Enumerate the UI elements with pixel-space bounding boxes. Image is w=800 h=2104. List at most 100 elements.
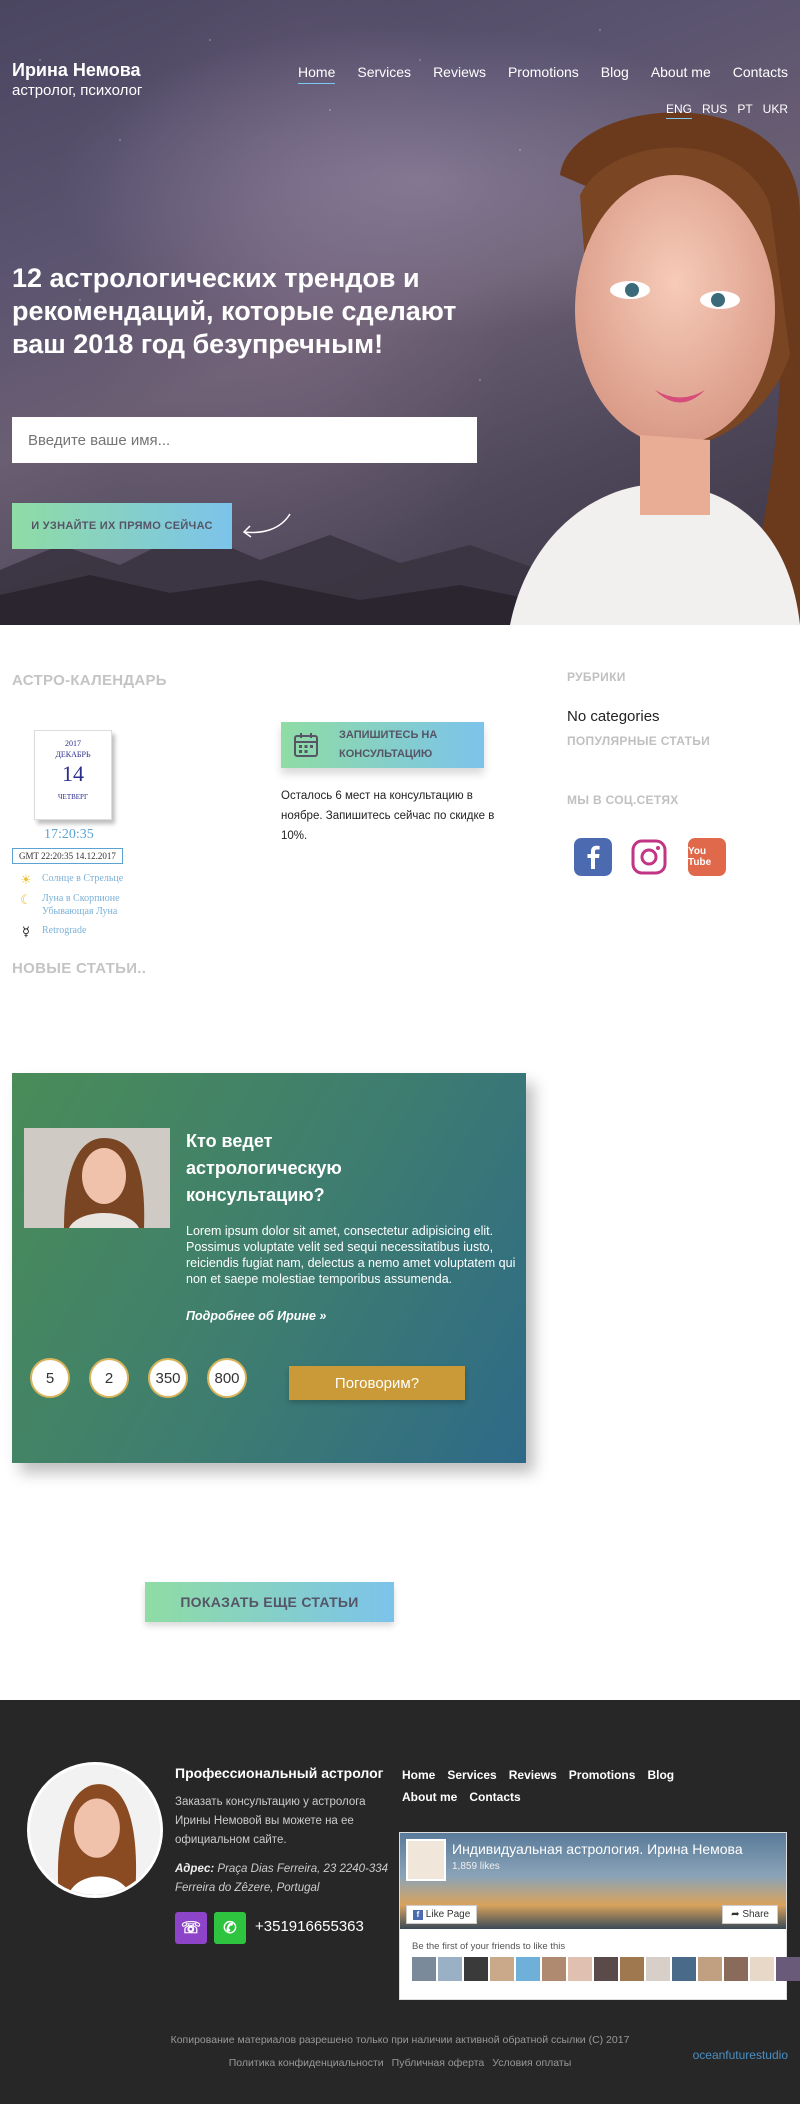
astro-item-retrograde[interactable]: ☿ Retrograde [18, 924, 86, 940]
nav-item-services[interactable]: Services [357, 64, 411, 84]
facebook-like-button[interactable]: f Like Page [406, 1905, 478, 1924]
arrow-left-icon [242, 513, 291, 538]
footer-nav-promotions[interactable]: Promotions [569, 1768, 636, 1782]
language-switcher: ENG RUS PT UKR [665, 102, 788, 119]
footer-nav-about-me[interactable]: About me [402, 1790, 457, 1804]
hero-section: Ирина Немова астролог, психолог Home Ser… [0, 0, 800, 625]
friend-avatar[interactable] [412, 1957, 436, 1981]
calendar-icon [294, 733, 318, 757]
gmt-date: 14.12.2017 [75, 851, 116, 861]
public-offer-link[interactable]: Публичная оферта [392, 2057, 485, 2069]
rubrics-title: РУБРИКИ [567, 670, 626, 684]
calendar-weekday: ЧЕТВЕРГ [58, 793, 88, 801]
youtube-icon[interactable]: You Tube [688, 838, 726, 876]
friend-avatar[interactable] [750, 1957, 774, 1981]
astro-item-label: Retrograde [42, 925, 87, 936]
page: Ирина Немова астролог, психолог Home Ser… [0, 0, 800, 2104]
friend-avatar[interactable] [620, 1957, 644, 1981]
footer-nav-reviews[interactable]: Reviews [509, 1768, 557, 1782]
retrograde-icon: ☿ [22, 924, 30, 939]
gmt-time: 22:20:35 [41, 851, 74, 861]
popular-articles-title: ПОПУЛЯРНЫЕ СТАТЬИ [567, 734, 711, 748]
friend-avatar[interactable] [776, 1957, 800, 1981]
friend-avatar[interactable] [646, 1957, 670, 1981]
lang-ukr[interactable]: UKR [763, 102, 788, 119]
friend-avatar[interactable] [698, 1957, 722, 1981]
new-articles-title: НОВЫЕ СТАТЬИ.. [12, 960, 147, 977]
friend-avatar[interactable] [724, 1957, 748, 1981]
friend-avatar[interactable] [672, 1957, 696, 1981]
phone-number[interactable]: +351916655363 [255, 1918, 364, 1935]
facebook-friend-avatars [412, 1957, 800, 1981]
main-nav: Home Services Reviews Promotions Blog Ab… [298, 64, 788, 84]
lang-rus[interactable]: RUS [702, 102, 727, 119]
no-categories-text: No categories [567, 708, 660, 725]
tear-off-calendar: 2017 ДЕКАБРЬ 14 ЧЕТВЕРГ [34, 730, 112, 820]
friend-avatar[interactable] [490, 1957, 514, 1981]
gmt-readout: GMT 22:20:35 14.12.2017 [12, 848, 123, 864]
show-more-articles-button[interactable]: ПОКАЗАТЬ ЕЩЕ СТАТЬИ [145, 1582, 394, 1622]
footer-nav-blog[interactable]: Blog [647, 1768, 674, 1782]
instagram-icon[interactable] [630, 838, 668, 876]
studio-credit-link[interactable]: oceanfuturestudio [693, 2048, 788, 2062]
privacy-policy-link[interactable]: Политика конфиденциальности [229, 2057, 384, 2069]
nav-item-contacts[interactable]: Contacts [733, 64, 788, 84]
book-consultation-label: ЗАПИШИТЕСЬ НА КОНСУЛЬТАЦИЮ [339, 729, 438, 760]
friend-avatar[interactable] [464, 1957, 488, 1981]
facebook-page-widget: Индивидуальная астрология. Ирина Немова … [399, 1832, 800, 2000]
facebook-friends-text: Be the first of your friends to like thi… [412, 1941, 566, 1952]
whatsapp-icon[interactable]: ✆ [214, 1912, 246, 1944]
calendar-year: 2017 [65, 739, 81, 748]
footer-address: Адрес: Praça Dias Ferreira, 23 2240-334 … [175, 1863, 389, 1894]
astro-item-sun[interactable]: ☀ Солнце в Стрельце [18, 872, 123, 888]
facebook-share-button[interactable]: ➦ Share [722, 1905, 778, 1924]
book-consultation-button[interactable]: ЗАПИШИТЕСЬ НА КОНСУЛЬТАЦИЮ [281, 722, 484, 768]
learn-now-button[interactable]: И УЗНАЙТЕ ИХ ПРЯМО СЕЙЧАС [12, 503, 232, 549]
nav-item-about-me[interactable]: About me [651, 64, 711, 84]
policy-links: Политика конфиденциальности Публичная оф… [0, 2057, 800, 2069]
gmt-label: GMT [19, 851, 39, 861]
consult-body: Lorem ipsum dolor sit amet, consectetur … [186, 1224, 516, 1286]
nav-item-promotions[interactable]: Promotions [508, 64, 579, 84]
consultant-photo [24, 1128, 170, 1228]
site-owner-name[interactable]: Ирина Немова [12, 60, 141, 81]
copyright-text: Копирование материалов разрешено только … [170, 2034, 630, 2046]
footer-nav-home[interactable]: Home [402, 1768, 435, 1782]
booking-promo-text: Осталось 6 мест на консультацию в ноябре… [281, 790, 495, 842]
friend-avatar[interactable] [568, 1957, 592, 1981]
facebook-page-name[interactable]: Индивидуальная астрология. Ирина Немова [452, 1841, 743, 1857]
footer-nav: Home Services Reviews Promotions Blog Ab… [402, 1768, 732, 1804]
friend-avatar[interactable] [542, 1957, 566, 1981]
friend-avatar[interactable] [516, 1957, 540, 1981]
footer-nav-contacts[interactable]: Contacts [469, 1790, 520, 1804]
facebook-likes-count: 1,859 likes [452, 1861, 500, 1872]
friend-avatar[interactable] [594, 1957, 618, 1981]
social-title: МЫ В СОЦ.СЕТЯХ [567, 793, 679, 807]
about-irina-link[interactable]: Подробнее об Ирине » [186, 1309, 326, 1323]
consultant-card: Кто ведет астрологическую консультацию? … [12, 1073, 526, 1463]
facebook-page-thumb[interactable] [406, 1839, 446, 1881]
lang-pt[interactable]: PT [737, 102, 752, 119]
footer-text: Заказать консультацию у астролога Ирины … [175, 1796, 366, 1846]
consult-title: Кто ведет астрологическую консультацию? [186, 1131, 342, 1205]
lang-eng[interactable]: ENG [665, 102, 692, 119]
calendar-month: ДЕКАБРЬ [55, 750, 91, 759]
facebook-icon[interactable] [574, 838, 612, 876]
site-owner-subtitle: астролог, психолог [12, 82, 143, 99]
stat-circle: 5 [30, 1358, 70, 1398]
nav-item-reviews[interactable]: Reviews [433, 64, 486, 84]
friend-avatar[interactable] [438, 1957, 462, 1981]
name-input[interactable] [12, 417, 477, 463]
facebook-icon: f [413, 1910, 423, 1920]
nav-item-home[interactable]: Home [298, 64, 336, 84]
nav-item-blog[interactable]: Blog [601, 64, 629, 84]
payment-terms-link[interactable]: Условия оплаты [492, 2057, 571, 2069]
viber-icon[interactable]: ☏ [175, 1912, 207, 1944]
lets-talk-button[interactable]: Поговорим? [289, 1366, 465, 1400]
facebook-cover[interactable]: Индивидуальная астрология. Ирина Немова … [400, 1833, 786, 1929]
astro-item-moon[interactable]: ☾ Луна в Скорпионе Убывающая Луна [18, 892, 120, 918]
footer-nav-services[interactable]: Services [447, 1768, 496, 1782]
astro-item-label: Луна в Скорпионе Убывающая Луна [42, 893, 120, 917]
astro-calendar-title: АСТРО-КАЛЕНДАРЬ [12, 672, 167, 689]
stat-circle: 2 [89, 1358, 129, 1398]
